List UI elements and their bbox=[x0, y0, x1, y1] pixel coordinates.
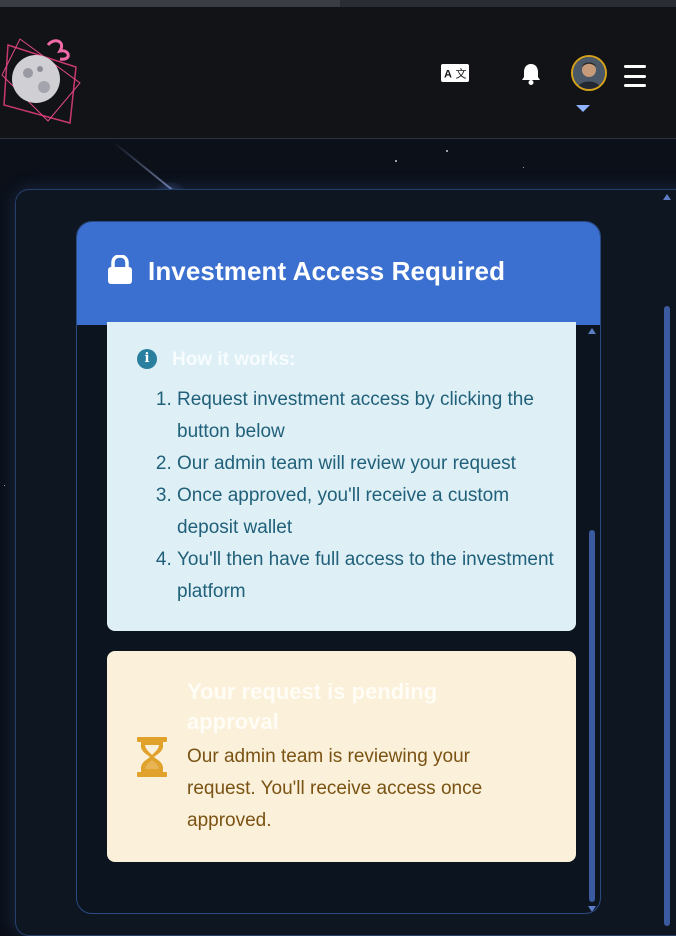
translate-icon[interactable]: A 文 bbox=[440, 63, 470, 83]
hamburger-menu-icon[interactable] bbox=[622, 65, 648, 87]
scroll-down-arrow-icon[interactable] bbox=[588, 906, 596, 912]
investment-access-card: Investment Access Required i How it work… bbox=[76, 221, 601, 914]
scroll-up-arrow-icon[interactable] bbox=[588, 328, 596, 334]
how-it-works-box: i How it works: Request investment acces… bbox=[107, 322, 576, 631]
list-item: Once approved, you'll receive a custom d… bbox=[177, 480, 567, 544]
pending-title: Your request is pending approval bbox=[187, 679, 438, 734]
star bbox=[4, 485, 5, 486]
page-title: Investment Access Required bbox=[148, 256, 506, 286]
card-header: Investment Access Required bbox=[77, 222, 600, 325]
chevron-down-icon[interactable] bbox=[576, 105, 590, 112]
pending-message: Our admin team is reviewing your request… bbox=[187, 746, 483, 831]
browser-tab-strip bbox=[0, 0, 340, 7]
browser-top-edge bbox=[0, 0, 676, 7]
list-item: Request investment access by clicking th… bbox=[177, 384, 567, 448]
page-scrollbar[interactable] bbox=[663, 194, 671, 926]
list-item: Our admin team will review your request bbox=[177, 448, 567, 480]
site-header: A 文 bbox=[0, 7, 676, 139]
user-avatar[interactable] bbox=[571, 55, 607, 91]
scrollbar-thumb[interactable] bbox=[589, 530, 595, 902]
info-circle-icon: i bbox=[137, 349, 157, 369]
star bbox=[523, 167, 524, 168]
how-it-works-heading: How it works: bbox=[172, 349, 296, 370]
scroll-up-arrow-icon[interactable] bbox=[663, 194, 671, 200]
scrollbar-thumb[interactable] bbox=[664, 306, 670, 926]
star bbox=[395, 160, 397, 162]
bell-icon[interactable] bbox=[518, 61, 544, 87]
list-item: You'll then have full access to the inve… bbox=[177, 544, 567, 608]
steps-list: Request investment access by clicking th… bbox=[153, 384, 567, 608]
star bbox=[446, 150, 448, 152]
pending-approval-alert: Your request is pending approval Our adm… bbox=[107, 651, 576, 862]
moon-logo-icon[interactable] bbox=[0, 35, 84, 127]
hourglass-icon bbox=[136, 736, 168, 778]
svg-text:文: 文 bbox=[456, 67, 467, 81]
svg-text:A: A bbox=[444, 69, 452, 81]
card-scrollbar[interactable] bbox=[588, 328, 596, 912]
lock-icon bbox=[107, 254, 133, 285]
